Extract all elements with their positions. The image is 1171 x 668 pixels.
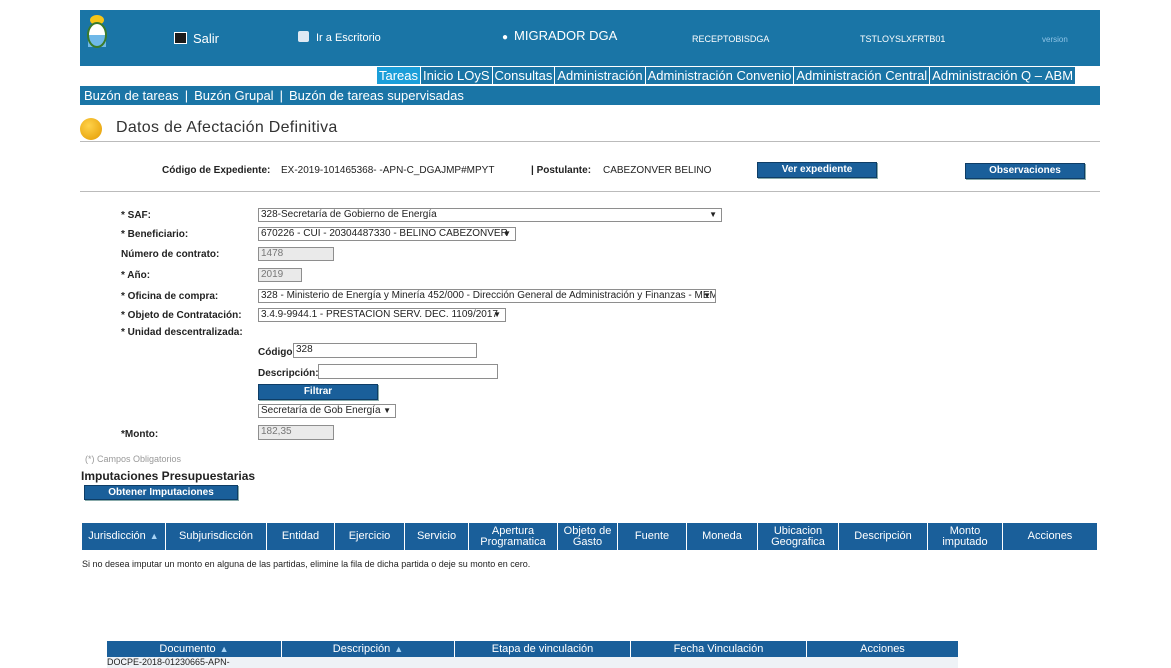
col-etapa[interactable]: Etapa de vinculación: [455, 641, 631, 657]
col-subjurisdiccion[interactable]: Subjurisdicción: [166, 523, 267, 550]
oficina-select[interactable]: 328 - Ministerio de Energía y Minería 45…: [258, 289, 716, 303]
table-row: DOCPE-2018-01230665-APN-: [107, 657, 958, 668]
dropdown-arrow-icon: ▼: [703, 291, 711, 300]
sort-icon: ▲: [219, 643, 229, 654]
menu-administracion-central[interactable]: Administración Central: [794, 67, 931, 84]
col-servicio[interactable]: Servicio: [405, 523, 469, 550]
sub-navigation: Buzón de tareas | Buzón Grupal | Buzón de ta…: [80, 86, 1100, 105]
col-monto-imputado[interactable]: Monto imputado: [928, 523, 1003, 550]
obligatorios-note: (*) Campos Obligatorios: [85, 454, 182, 464]
col-fecha[interactable]: Fecha Vinculación: [631, 641, 807, 657]
col-doc-descripcion[interactable]: Descripción ▲: [282, 641, 455, 657]
ver-expediente-button[interactable]: Ver expediente: [757, 162, 877, 178]
imputaciones-title: Imputaciones Presupuestarias: [81, 469, 256, 483]
divider: [80, 191, 1100, 192]
desktop-icon: [298, 31, 309, 42]
beneficiario-label: * Beneficiario:: [121, 229, 189, 240]
subnav-buzon-grupal[interactable]: Buzón Grupal: [194, 88, 274, 103]
dropdown-arrow-icon: ▼: [709, 210, 717, 219]
contrato-label: Número de contrato:: [121, 249, 220, 260]
obtener-imputaciones-button[interactable]: Obtener Imputaciones: [84, 485, 238, 500]
expediente-code-value: EX-2019-101465368- -APN-C_DGAJMP#MPYT: [281, 165, 495, 176]
sort-icon: ▲: [149, 531, 159, 541]
imputaciones-table-header: Jurisdicción ▲ Subjurisdicción Entidad Ej…: [82, 523, 1097, 550]
col-doc-acciones[interactable]: Acciones: [807, 641, 958, 657]
menu-administracion-q-abm[interactable]: Administración Q – ABM: [930, 67, 1076, 84]
app-title: ● MIGRADOR DGA: [502, 28, 618, 43]
page-title: Datos de Afectación Definitiva: [116, 119, 338, 136]
codigo-label: Código:: [258, 347, 296, 358]
role-label: RECEPTOBISDGA: [692, 34, 770, 44]
observaciones-button[interactable]: Observaciones: [965, 163, 1085, 179]
page-title-icon: [80, 118, 102, 140]
col-documento[interactable]: Documento ▲: [107, 641, 282, 657]
user-label: TSTLOYSLXFRTB01: [860, 34, 946, 44]
anio-label: * Año:: [121, 270, 151, 281]
postulante-value: CABEZONVER BELINO: [603, 165, 712, 176]
coat-of-arms-icon: [87, 15, 107, 48]
col-acciones[interactable]: Acciones: [1003, 523, 1097, 550]
col-entidad[interactable]: Entidad: [267, 523, 335, 550]
version-label: version: [1042, 35, 1068, 44]
menu-administracion[interactable]: Administración: [555, 67, 646, 84]
objeto-label: * Objeto de Contratación:: [121, 310, 242, 321]
monto-label: *Monto:: [121, 429, 159, 440]
menu-tareas[interactable]: Tareas: [377, 67, 422, 84]
contrato-field[interactable]: 1478: [258, 247, 334, 261]
subnav-buzon-supervisadas[interactable]: Buzón de tareas supervisadas: [289, 88, 464, 103]
beneficiario-select[interactable]: 670226 - CUI - 20304487330 - BELINO CABE…: [258, 227, 516, 241]
dropdown-arrow-icon: ▼: [503, 229, 511, 238]
user-icon: ●: [502, 32, 509, 43]
col-objeto-gasto[interactable]: Objeto de Gasto: [558, 523, 618, 550]
logout-link[interactable]: Salir: [174, 31, 219, 46]
oficina-label: * Oficina de compra:: [121, 291, 219, 302]
unidad-label: * Unidad descentralizada:: [121, 327, 243, 338]
main-menu: Tareas Inicio LOyS Consultas Administrac…: [377, 67, 1099, 84]
monto-field[interactable]: 182,35: [258, 425, 334, 440]
anio-field[interactable]: 2019: [258, 268, 302, 282]
col-apertura[interactable]: Apertura Programatica: [469, 523, 558, 550]
dropdown-arrow-icon: ▼: [383, 406, 391, 415]
expediente-code-label: Código de Expediente:: [162, 165, 271, 176]
documentos-table-header: Documento ▲ Descripción ▲ Etapa de vincula…: [107, 641, 958, 657]
top-bar: Salir Ir a Escritorio ● MIGRADOR DGA RECE…: [80, 10, 1100, 66]
logout-icon: [174, 32, 187, 44]
menu-administracion-convenio[interactable]: Administración Convenio: [645, 67, 795, 84]
descripcion-label: Descripción:: [258, 368, 319, 379]
menu-inicio-loys[interactable]: Inicio LOyS: [421, 67, 493, 84]
documento-cell[interactable]: DOCPE-2018-01230665-APN-: [107, 657, 230, 667]
col-jurisdiccion[interactable]: Jurisdicción ▲: [82, 523, 166, 550]
descripcion-input[interactable]: [318, 364, 498, 379]
col-ejercicio[interactable]: Ejercicio: [335, 523, 405, 550]
divider: [80, 141, 1100, 142]
saf-label: * SAF:: [121, 210, 151, 221]
col-ubicacion[interactable]: Ubicacion Geografica: [758, 523, 839, 550]
codigo-input[interactable]: 328: [293, 343, 477, 358]
col-fuente[interactable]: Fuente: [618, 523, 687, 550]
filtrar-button[interactable]: Filtrar: [258, 384, 378, 400]
col-moneda[interactable]: Moneda: [687, 523, 758, 550]
sort-icon: ▲: [394, 643, 404, 654]
saf-select[interactable]: 328-Secretaría de Gobierno de Energía ▼: [258, 208, 722, 222]
dropdown-arrow-icon: ▼: [493, 310, 501, 319]
unidad-select[interactable]: Secretaría de Gob Energía ▼: [258, 404, 396, 418]
postulante-label: | Postulante:: [531, 165, 592, 176]
menu-consultas[interactable]: Consultas: [492, 67, 556, 84]
objeto-select[interactable]: 3.4.9-9944.1 - PRESTACION SERV. DEC. 110…: [258, 308, 506, 322]
subnav-buzon-tareas[interactable]: Buzón de tareas: [84, 88, 179, 103]
imputaciones-note: Si no desea imputar un monto en alguna d…: [82, 559, 531, 569]
col-descripcion[interactable]: Descripción: [839, 523, 928, 550]
desktop-link[interactable]: Ir a Escritorio: [298, 31, 381, 44]
